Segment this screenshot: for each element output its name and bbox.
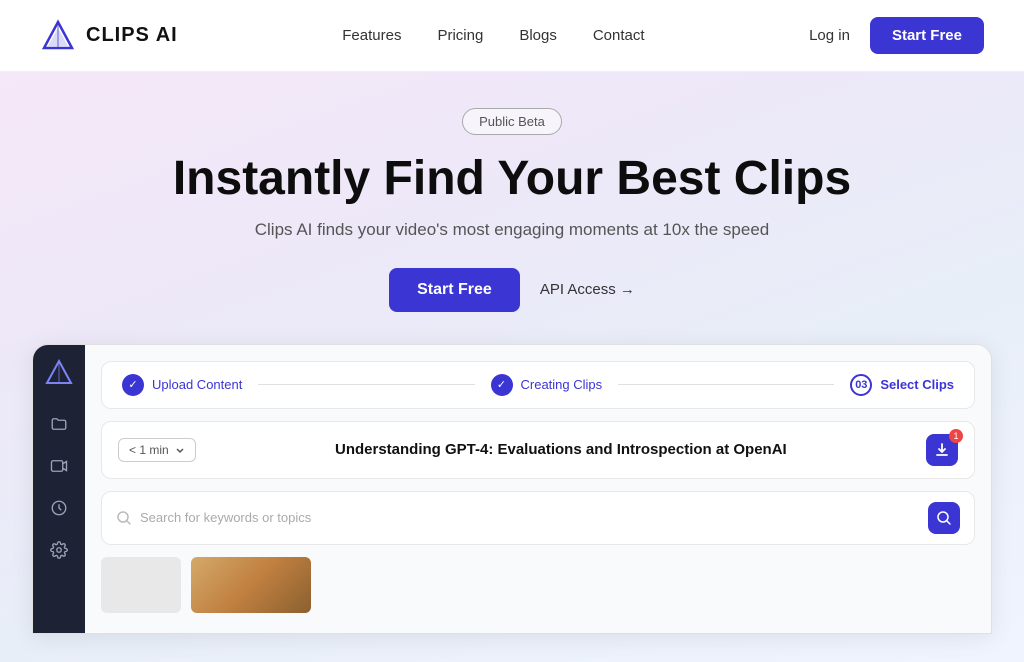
step-creating-label: Creating Clips: [521, 377, 603, 392]
step-upload: ✓ Upload Content: [122, 374, 242, 396]
clip-placeholder-1: [101, 557, 181, 613]
sidebar: [33, 345, 85, 633]
download-button[interactable]: 1: [926, 434, 958, 466]
sidebar-clock-icon[interactable]: [48, 497, 70, 519]
logo-icon: [40, 18, 76, 54]
step-select: 03 Select Clips: [850, 374, 954, 396]
step-select-num: 03: [850, 374, 872, 396]
download-icon: [934, 442, 950, 458]
nav-features[interactable]: Features: [342, 27, 401, 44]
step-upload-check: ✓: [122, 374, 144, 396]
main-content: ✓ Upload Content ✓ Creating Clips 03 Sel…: [85, 345, 991, 633]
nav-contact[interactable]: Contact: [593, 27, 645, 44]
beta-badge: Public Beta: [462, 108, 562, 135]
nav-links: Features Pricing Blogs Contact: [342, 27, 644, 44]
video-title: Understanding GPT-4: Evaluations and Int…: [335, 441, 787, 458]
download-badge: 1: [949, 429, 963, 443]
steps-bar: ✓ Upload Content ✓ Creating Clips 03 Sel…: [101, 361, 975, 409]
search-row: Search for keywords or topics: [101, 491, 975, 545]
step-upload-label: Upload Content: [152, 377, 242, 392]
api-access-link[interactable]: API Access →: [540, 281, 635, 298]
sidebar-video-icon[interactable]: [48, 455, 70, 477]
video-duration-select[interactable]: < 1 min: [118, 438, 196, 462]
download-btn-wrapper: 1: [926, 434, 958, 466]
hero-section: Public Beta Instantly Find Your Best Cli…: [0, 72, 1024, 662]
chevron-down-icon: [175, 445, 185, 455]
clip-image-1: [191, 557, 311, 613]
logo: CLIPS AI: [40, 18, 178, 54]
step-creating: ✓ Creating Clips: [491, 374, 603, 396]
start-free-hero-button[interactable]: Start Free: [389, 268, 520, 312]
search-inner: Search for keywords or topics: [116, 510, 928, 526]
step-creating-check: ✓: [491, 374, 513, 396]
hero-subtitle: Clips AI finds your video's most engagin…: [255, 220, 769, 240]
step-divider-1: [258, 384, 474, 385]
start-free-nav-button[interactable]: Start Free: [870, 17, 984, 54]
nav-actions: Log in Start Free: [809, 17, 984, 54]
sidebar-folder-icon[interactable]: [48, 413, 70, 435]
nav-blogs[interactable]: Blogs: [519, 27, 557, 44]
search-icon: [116, 510, 132, 526]
step-select-label: Select Clips: [880, 377, 954, 392]
hero-actions: Start Free API Access →: [389, 268, 635, 312]
sidebar-logo-icon: [45, 359, 73, 387]
nav-pricing[interactable]: Pricing: [437, 27, 483, 44]
search-btn-icon: [936, 510, 952, 526]
search-placeholder-text: Search for keywords or topics: [140, 510, 311, 525]
step-divider-2: [618, 384, 834, 385]
logo-text: CLIPS AI: [86, 24, 178, 47]
app-preview: ✓ Upload Content ✓ Creating Clips 03 Sel…: [32, 344, 992, 634]
navbar: CLIPS AI Features Pricing Blogs Contact …: [0, 0, 1024, 72]
sidebar-settings-icon[interactable]: [48, 539, 70, 561]
bottom-preview: [101, 557, 975, 617]
video-duration-text: < 1 min: [129, 443, 169, 457]
login-button[interactable]: Log in: [809, 27, 850, 44]
hero-title: Instantly Find Your Best Clips: [173, 153, 851, 206]
search-button[interactable]: [928, 502, 960, 534]
video-row: < 1 min Understanding GPT-4: Evaluations…: [101, 421, 975, 479]
